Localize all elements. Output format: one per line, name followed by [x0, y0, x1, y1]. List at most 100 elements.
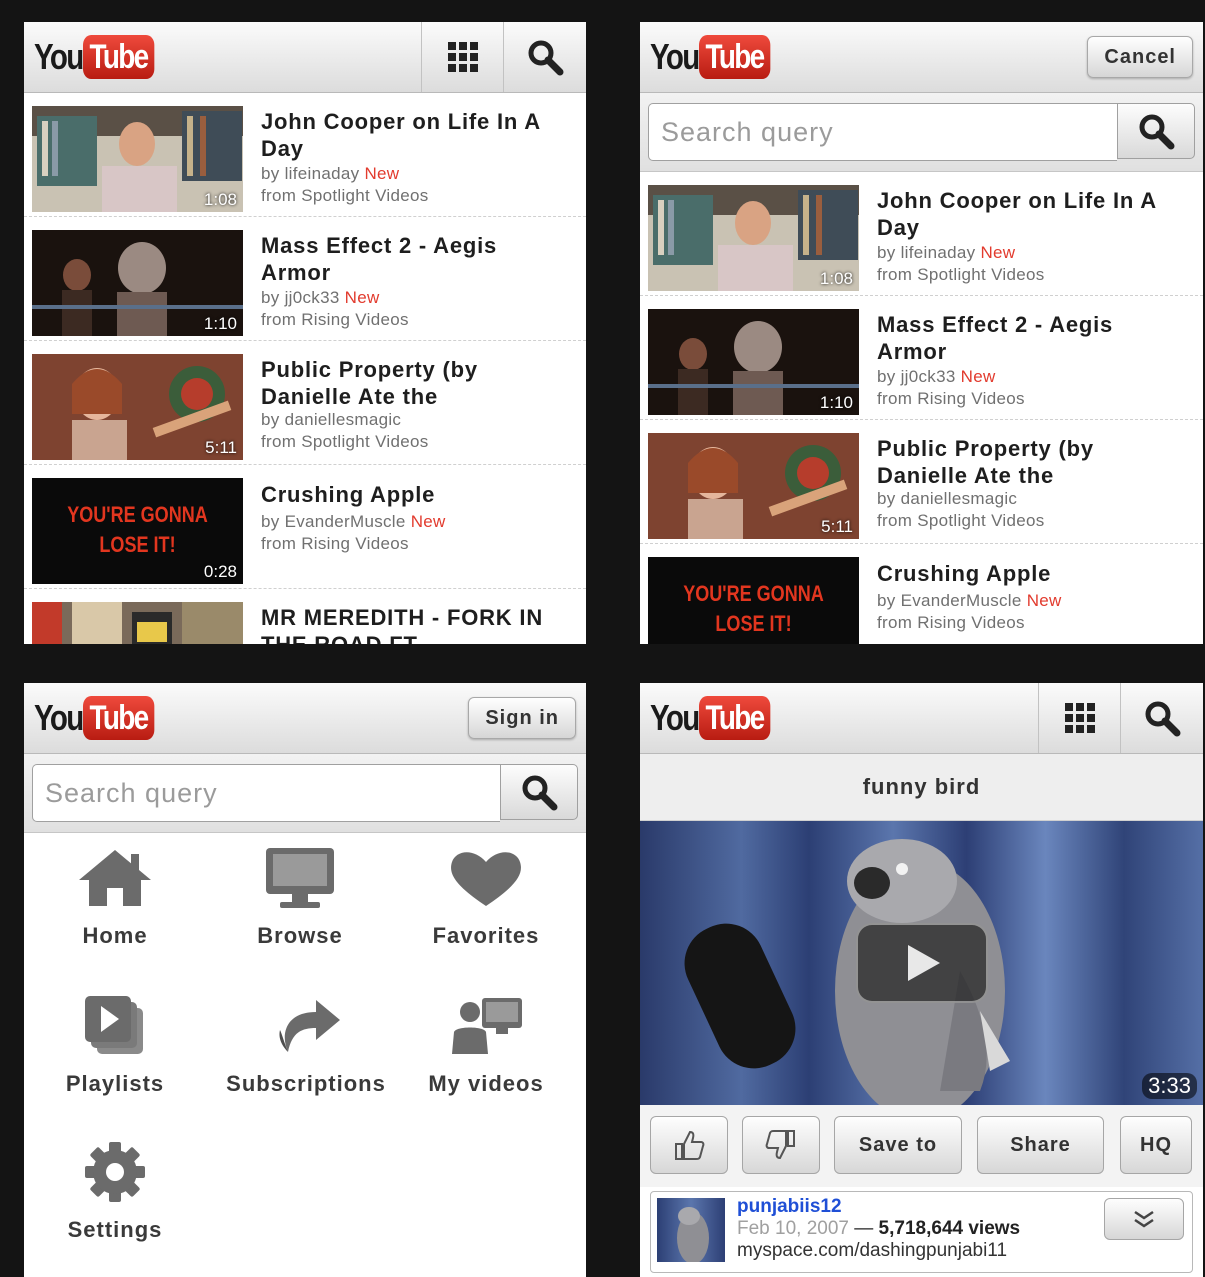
menu-item-label: Favorites: [432, 923, 540, 948]
upload-stats: Feb 10, 2007 — 5,718,644 views: [737, 1218, 1020, 1240]
search-button[interactable]: [1120, 683, 1203, 753]
video-title[interactable]: Mass Effect 2 - Aegis Armor: [261, 232, 571, 286]
video-title[interactable]: Mass Effect 2 - Aegis Armor: [877, 311, 1187, 365]
new-badge: New: [960, 367, 996, 386]
play-icon: [908, 945, 940, 981]
video-duration: 3:33: [1142, 1073, 1197, 1099]
search-input[interactable]: [649, 104, 1117, 160]
video-title[interactable]: Crushing Apple: [261, 481, 571, 508]
list-item[interactable]: 5:11 Public Property (by Danielle Ate th…: [24, 341, 586, 465]
play-button[interactable]: [856, 923, 988, 1003]
panel-video-list: You Tube 1:08 John Cooper on Life In A D…: [24, 22, 586, 644]
menu-item-home[interactable]: Home: [25, 846, 205, 949]
playlists-icon: [85, 996, 143, 1054]
list-item[interactable]: 1:08 John Cooper on Life In A Day by lif…: [640, 172, 1203, 296]
list-item[interactable]: MR MEREDITH - FORK IN THE ROAD FT: [24, 589, 586, 644]
list-item[interactable]: 5:11 Public Property (by Danielle Ate th…: [640, 420, 1203, 544]
menu-item-settings[interactable]: Settings: [25, 1140, 205, 1243]
list-item[interactable]: 1:10 Mass Effect 2 - Aegis Armor by jj0c…: [640, 296, 1203, 420]
dislike-button[interactable]: [742, 1116, 820, 1174]
video-thumbnail[interactable]: 5:11: [648, 433, 859, 539]
list-item[interactable]: 1:10 Mass Effect 2 - Aegis Armor by jj0c…: [24, 217, 586, 341]
thumbs-up-icon: [675, 1130, 705, 1160]
video-title[interactable]: MR MEREDITH - FORK IN THE ROAD FT: [261, 604, 571, 644]
header: You Tube Sign in: [24, 683, 586, 754]
video-title[interactable]: John Cooper on Life In A Day: [877, 187, 1187, 241]
video-duration: 0:28: [203, 562, 237, 581]
video-author: by lifeinaday: [877, 243, 976, 262]
upload-date: Feb 10, 2007: [737, 1218, 849, 1239]
search-submit-button[interactable]: [1117, 103, 1195, 159]
video-meta: by jj0ck33 New from Rising Videos: [877, 366, 1025, 410]
video-source: from Spotlight Videos: [261, 432, 429, 451]
video-thumbnail[interactable]: 1:08: [648, 185, 859, 291]
video-thumbnail[interactable]: 1:10: [648, 309, 859, 415]
video-thumbnail[interactable]: YOU'RE GONNA LOSE IT! 0:28: [32, 478, 243, 584]
video-meta: by lifeinaday New from Spotlight Videos: [261, 163, 429, 207]
video-title[interactable]: Public Property (by Danielle Ate the: [261, 356, 571, 410]
logo-tube-text: Tube: [699, 35, 771, 79]
menu-item-subscriptions[interactable]: Subscriptions: [216, 994, 396, 1097]
video-thumbnail[interactable]: 1:08: [32, 106, 243, 212]
youtube-logo[interactable]: You Tube: [650, 695, 786, 741]
expand-details-button[interactable]: [1104, 1198, 1184, 1240]
action-bar: Save to Share HQ: [640, 1105, 1203, 1187]
video-title[interactable]: Public Property (by Danielle Ate the: [877, 435, 1187, 489]
video-author: by jj0ck33: [261, 288, 340, 307]
video-duration: 1:10: [819, 393, 853, 412]
grid-menu-button[interactable]: [421, 22, 504, 92]
uploader-avatar[interactable]: [657, 1198, 725, 1262]
new-badge: New: [364, 164, 400, 183]
list-item[interactable]: 1:08 John Cooper on Life In A Day by lif…: [24, 93, 586, 217]
search-input-wrap: [32, 764, 500, 822]
heart-icon: [451, 852, 521, 906]
video-thumbnail[interactable]: YOU'RE GONNA LOSE IT!: [648, 557, 859, 644]
menu-item-label: Settings: [67, 1217, 163, 1242]
list-item[interactable]: YOU'RE GONNA LOSE IT! 0:28 Crushing Apple…: [24, 465, 586, 589]
video-author: by EvanderMuscle: [877, 591, 1022, 610]
menu-item-label: Subscriptions: [226, 1071, 386, 1096]
video-title: funny bird: [640, 754, 1203, 821]
uploader-website[interactable]: myspace.com/dashingpunjabi11: [737, 1240, 1020, 1262]
menu-item-playlists[interactable]: Playlists: [25, 994, 205, 1097]
hq-button[interactable]: HQ: [1120, 1116, 1192, 1174]
youtube-logo[interactable]: You Tube: [34, 34, 170, 80]
video-thumbnail[interactable]: 1:10: [32, 230, 243, 336]
cancel-button[interactable]: Cancel: [1087, 36, 1193, 78]
like-button[interactable]: [650, 1116, 728, 1174]
search-submit-button[interactable]: [500, 764, 578, 820]
youtube-logo[interactable]: You Tube: [34, 695, 170, 741]
search-button[interactable]: [503, 22, 586, 92]
share-button[interactable]: Share: [977, 1116, 1104, 1174]
menu-item-label: My videos: [428, 1071, 544, 1096]
search-icon: [528, 40, 564, 76]
uploader-name-link[interactable]: punjabiis12: [737, 1196, 1020, 1218]
list-item[interactable]: YOU'RE GONNA LOSE IT! Crushing Apple by E…: [640, 544, 1203, 644]
logo-you-text: You: [650, 36, 700, 77]
video-duration: 1:08: [819, 269, 853, 288]
menu-item-favorites[interactable]: Favorites: [396, 846, 576, 949]
video-meta: by EvanderMuscle New from Rising Videos: [261, 511, 446, 555]
video-thumbnail[interactable]: 5:11: [32, 354, 243, 460]
separator-dash: —: [854, 1218, 874, 1239]
video-meta: by daniellesmagic from Spotlight Videos: [877, 488, 1045, 532]
video-meta: by jj0ck33 New from Rising Videos: [261, 287, 409, 331]
grid-menu-button[interactable]: [1038, 683, 1121, 753]
menu-item-browse[interactable]: Browse: [210, 846, 390, 949]
sign-in-button[interactable]: Sign in: [468, 697, 576, 739]
uploader-info: punjabiis12 Feb 10, 2007 — 5,718,644 vie…: [650, 1191, 1193, 1273]
search-input[interactable]: [33, 765, 500, 821]
video-title[interactable]: Crushing Apple: [877, 560, 1187, 587]
video-duration: 5:11: [821, 517, 853, 536]
video-player[interactable]: 3:33: [640, 821, 1203, 1105]
video-list: 1:08 John Cooper on Life In A Day by lif…: [640, 172, 1203, 644]
save-to-button[interactable]: Save to: [834, 1116, 962, 1174]
video-source: from Rising Videos: [877, 613, 1025, 632]
search-input-wrap: [648, 103, 1117, 161]
video-thumbnail[interactable]: [32, 602, 243, 644]
youtube-logo[interactable]: You Tube: [650, 34, 786, 80]
menu-item-my-videos[interactable]: My videos: [396, 994, 576, 1097]
double-chevron-down-icon: [1134, 1210, 1154, 1228]
video-list: 1:08 John Cooper on Life In A Day by lif…: [24, 93, 586, 644]
video-title[interactable]: John Cooper on Life In A Day: [261, 108, 571, 162]
